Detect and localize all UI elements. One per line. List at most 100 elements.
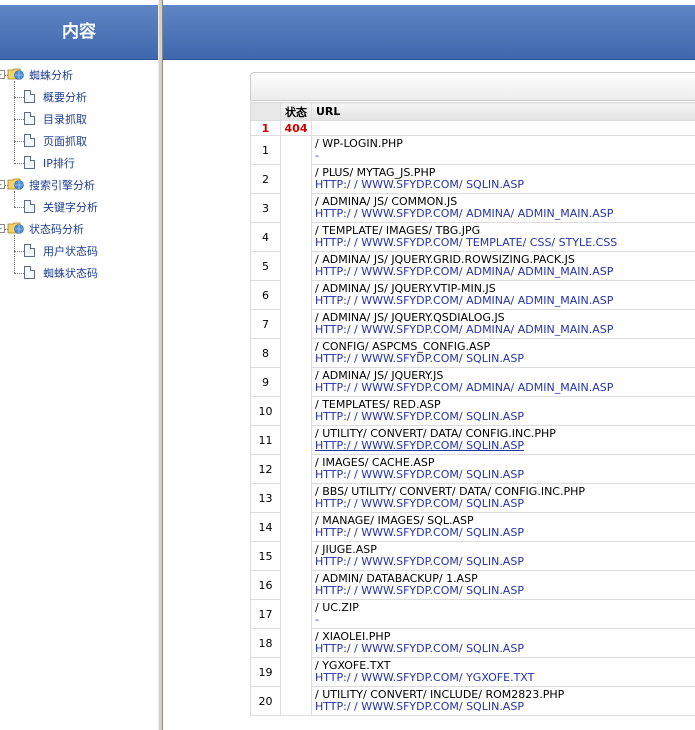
tree-expander-icon[interactable]: -	[0, 224, 5, 233]
tree-item-spider-status[interactable]: 蜘蛛状态码	[43, 265, 98, 283]
url-cell: / BBS/ UTILITY/ CONVERT/ DATA/ CONFIG.IN…	[311, 483, 695, 513]
table-row: 20 / UTILITY/ CONVERT/ INCLUDE/ ROM2823.P…	[250, 686, 695, 716]
url-cell: / XIAOLEI.PHP HTTP:/ / WWW.SFYDP.COM/ SQL…	[311, 628, 695, 658]
url-cell: / TEMPLATES/ RED.ASP HTTP:/ / WWW.SFYDP.C…	[311, 396, 695, 426]
tree-expander-icon[interactable]: -	[0, 70, 5, 79]
column-header-url: URL	[311, 102, 695, 121]
column-header-index	[250, 102, 281, 121]
row-index: 19	[250, 657, 281, 687]
folder-globe-icon	[7, 178, 24, 190]
url-cell: / IMAGES/ CACHE.ASP HTTP:/ / WWW.SFYDP.CO…	[311, 454, 695, 484]
url-table: 状态 URL 1 404 1/ WP-LOGIN.PHP -2/ PLUS/ MY…	[250, 102, 695, 716]
row-index: 3	[250, 193, 281, 223]
row-index: 7	[250, 309, 281, 339]
page-icon	[24, 200, 35, 213]
table-row: 5 / ADMINA/ JS/ JQUERY.GRID.ROWSIZING.PAC…	[250, 251, 695, 281]
tree-item-keywords[interactable]: 关键字分析	[43, 199, 98, 217]
table-row: 11 / UTILITY/ CONVERT/ DATA/ CONFIG.INC.P…	[250, 425, 695, 455]
row-index: 1	[250, 135, 281, 165]
table-row: 4 / TEMPLATE/ IMAGES/ TBG.JPG HTTP:/ / WWW…	[250, 222, 695, 252]
tree-item-page-crawl[interactable]: 页面抓取	[43, 133, 87, 151]
request-path: / WP-LOGIN.PHP	[315, 137, 403, 150]
folder-globe-icon	[7, 68, 24, 80]
table-row: 19 / YGXOFE.TXT HTTP:/ / WWW.SFYDP.COM/ YG…	[250, 657, 695, 687]
table-row: 9 / ADMINA/ JS/ JQUERY.JS HTTP:/ / WWW.SFY…	[250, 367, 695, 397]
referrer-link[interactable]: HTTP:/ / WWW.SFYDP.COM/ SQLIN.ASP	[315, 556, 695, 568]
referrer-link[interactable]: HTTP:/ / WWW.SFYDP.COM/ ADMINA/ ADMIN_MA…	[315, 324, 695, 336]
referrer-link[interactable]: HTTP:/ / WWW.SFYDP.COM/ SQLIN.ASP	[315, 411, 695, 423]
frame-splitter[interactable]	[158, 0, 163, 730]
referrer-link[interactable]: HTTP:/ / WWW.SFYDP.COM/ SQLIN.ASP	[315, 585, 695, 597]
tree-item-dir-crawl[interactable]: 目录抓取	[43, 111, 87, 129]
url-cell: / ADMINA/ JS/ JQUERY.VTIP-MIN.JS HTTP:/ /…	[311, 280, 695, 310]
referrer-link[interactable]: HTTP:/ / WWW.SFYDP.COM/ SQLIN.ASP	[315, 701, 695, 713]
table-row: 12 / IMAGES/ CACHE.ASP HTTP:/ / WWW.SFYDP.…	[250, 454, 695, 484]
referrer-link[interactable]: HTTP:/ / WWW.SFYDP.COM/ SQLIN.ASP	[315, 179, 695, 191]
referrer-link[interactable]: HTTP:/ / WWW.SFYDP.COM/ ADMINA/ ADMIN_MA…	[315, 208, 695, 220]
row-index: 2	[250, 164, 281, 194]
sidebar-title: 内容	[0, 5, 158, 60]
referrer-link[interactable]: HTTP:/ / WWW.SFYDP.COM/ SQLIN.ASP	[315, 440, 695, 452]
referrer-link[interactable]: HTTP:/ / WWW.SFYDP.COM/ SQLIN.ASP	[315, 643, 695, 655]
page-icon	[24, 112, 35, 125]
referrer-link[interactable]: -	[315, 150, 695, 162]
url-cell: / ADMINA/ JS/ JQUERY.JS HTTP:/ / WWW.SFYD…	[311, 367, 695, 397]
url-cell: / ADMINA/ JS/ JQUERY.QSDIALOG.JS HTTP:/ /…	[311, 309, 695, 339]
referrer-link[interactable]: -	[315, 614, 695, 626]
url-cell: / WP-LOGIN.PHP -	[311, 135, 695, 165]
panel-title-bar	[250, 72, 695, 101]
referrer-link[interactable]: HTTP:/ / WWW.SFYDP.COM/ SQLIN.ASP	[315, 498, 695, 510]
sidebar: 内容 - 蜘蛛分析 概要分析 目录抓取 页面抓取 IP排行 -	[0, 0, 158, 730]
row-index: 18	[250, 628, 281, 658]
tree-group-spider[interactable]: 蜘蛛分析	[29, 67, 73, 85]
main-header-bar	[163, 5, 695, 60]
row-index: 6	[250, 280, 281, 310]
referrer-link[interactable]: HTTP:/ / WWW.SFYDP.COM/ ADMINA/ ADMIN_MA…	[315, 295, 695, 307]
request-path: / UC.ZIP	[315, 601, 359, 614]
page-icon	[24, 266, 35, 279]
referrer-link[interactable]: HTTP:/ / WWW.SFYDP.COM/ YGXOFE.TXT	[315, 672, 695, 684]
referrer-link[interactable]: HTTP:/ / WWW.SFYDP.COM/ TEMPLATE/ CSS/ S…	[315, 237, 695, 249]
table-row: 8 / CONFIG/ ASPCMS_CONFIG.ASP HTTP:/ / WWW…	[250, 338, 695, 368]
row-index: 11	[250, 425, 281, 455]
tree-item-user-status[interactable]: 用户状态码	[43, 243, 98, 261]
url-cell: / PLUS/ MYTAG_JS.PHP HTTP:/ / WWW.SFYDP.C…	[311, 164, 695, 194]
url-cell: / JIUGE.ASP HTTP:/ / WWW.SFYDP.COM/ SQLIN…	[311, 541, 695, 571]
referrer-link[interactable]: HTTP:/ / WWW.SFYDP.COM/ SQLIN.ASP	[315, 353, 695, 365]
tree-item-ip-rank[interactable]: IP排行	[43, 155, 75, 173]
table-row: 15 / JIUGE.ASP HTTP:/ / WWW.SFYDP.COM/ SQL…	[250, 541, 695, 571]
table-row: 16 / ADMIN/ DATABACKUP/ 1.ASP HTTP:/ / WWW…	[250, 570, 695, 600]
url-cell: / UTILITY/ CONVERT/ INCLUDE/ ROM2823.PHP…	[311, 686, 695, 716]
page-icon	[24, 156, 35, 169]
referrer-link[interactable]: HTTP:/ / WWW.SFYDP.COM/ SQLIN.ASP	[315, 469, 695, 481]
tree-item-overview[interactable]: 概要分析	[43, 89, 87, 107]
row-index: 16	[250, 570, 281, 600]
row-index: 13	[250, 483, 281, 513]
row-index: 15	[250, 541, 281, 571]
referrer-link[interactable]: HTTP:/ / WWW.SFYDP.COM/ SQLIN.ASP	[315, 527, 695, 539]
referrer-link[interactable]: HTTP:/ / WWW.SFYDP.COM/ ADMINA/ ADMIN_MA…	[315, 382, 695, 394]
tree-group-search-engine[interactable]: 搜索引擎分析	[29, 177, 95, 195]
page-icon	[24, 134, 35, 147]
row-index: 12	[250, 454, 281, 484]
table-row: 7 / ADMINA/ JS/ JQUERY.QSDIALOG.JS HTTP:/ …	[250, 309, 695, 339]
folder-globe-icon	[7, 222, 24, 234]
table-row: 6 / ADMINA/ JS/ JQUERY.VTIP-MIN.JS HTTP:/ …	[250, 280, 695, 310]
tree-group-status-code[interactable]: 状态码分析	[29, 221, 84, 239]
referrer-link[interactable]: HTTP:/ / WWW.SFYDP.COM/ ADMINA/ ADMIN_MA…	[315, 266, 695, 278]
status-cell	[280, 135, 312, 716]
url-cell: / YGXOFE.TXT HTTP:/ / WWW.SFYDP.COM/ YGXO…	[311, 657, 695, 687]
table-row: 14 / MANAGE/ IMAGES/ SQL.ASP HTTP:/ / WWW.…	[250, 512, 695, 542]
url-cell: / UTILITY/ CONVERT/ DATA/ CONFIG.INC.PHP…	[311, 425, 695, 455]
page-icon	[24, 90, 35, 103]
status-code: 404	[280, 120, 312, 136]
tree-expander-icon[interactable]: -	[0, 180, 5, 189]
page-icon	[24, 244, 35, 257]
row-index: 17	[250, 599, 281, 629]
url-cell: / ADMINA/ JS/ JQUERY.GRID.ROWSIZING.PACK…	[311, 251, 695, 281]
url-cell: / ADMINA/ JS/ COMMON.JS HTTP:/ / WWW.SFYD…	[311, 193, 695, 223]
url-cell: / CONFIG/ ASPCMS_CONFIG.ASP HTTP:/ / WWW.…	[311, 338, 695, 368]
row-index: 4	[250, 222, 281, 252]
table-row: 10 / TEMPLATES/ RED.ASP HTTP:/ / WWW.SFYDP…	[250, 396, 695, 426]
row-index: 9	[250, 367, 281, 397]
